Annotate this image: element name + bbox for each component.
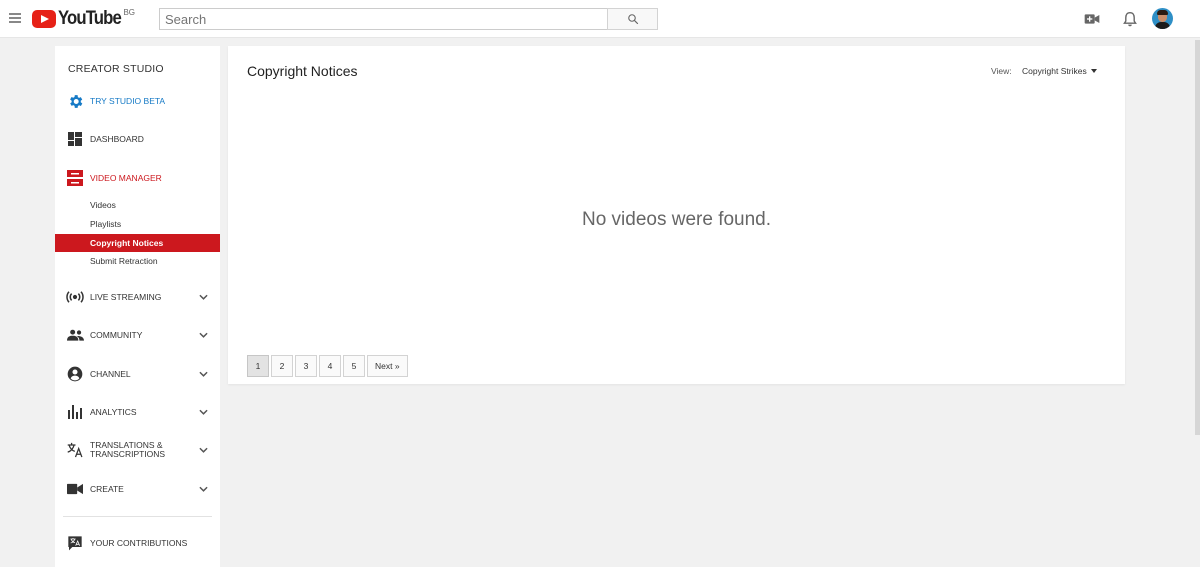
sidebar-item-label: TRY STUDIO BETA [90, 95, 166, 106]
page-button-4[interactable]: 4 [319, 355, 341, 377]
main-panel: Copyright Notices View: Copyright Strike… [228, 46, 1125, 384]
sidebar-item-translations[interactable]: TRANSLATIONS & TRANSCRIPTIONS [55, 438, 220, 462]
translations-line2: TRANSCRIPTIONS [90, 449, 166, 459]
sidebar-subitem-label: Playlists [90, 219, 122, 229]
sidebar-item-live-streaming[interactable]: LIVE STREAMING [55, 285, 220, 309]
view-label: View: [991, 66, 1012, 76]
sidebar-item-video-manager[interactable]: VIDEO MANAGER [55, 166, 220, 190]
upload-video-button[interactable] [1082, 9, 1102, 29]
sidebar-item-label: CHANNEL [90, 368, 131, 379]
sidebar-item-your-contributions[interactable]: YOUR CONTRIBUTIONS [55, 531, 220, 555]
play-logo-icon [32, 10, 56, 28]
logo-region: BG [123, 8, 136, 17]
sidebar: CREATOR STUDIO TRY STUDIO BETA DASHBOARD… [55, 46, 220, 567]
dashboard-icon [66, 130, 84, 148]
sidebar-item-try-beta[interactable]: TRY STUDIO BETA [55, 89, 220, 113]
notifications-button[interactable] [1120, 9, 1140, 29]
video-camera-icon [1084, 14, 1100, 24]
translate-icon [66, 441, 84, 459]
logo-text: YouTube [58, 8, 122, 29]
pagination: 1 2 3 4 5 Next » [247, 355, 410, 377]
community-icon [66, 326, 84, 344]
chevron-down-icon [198, 484, 208, 494]
sidebar-subitem-label: Submit Retraction [90, 256, 158, 266]
video-manager-icon [66, 169, 84, 187]
video-camera-icon [66, 480, 84, 498]
sidebar-divider [63, 516, 212, 517]
analytics-icon [66, 403, 84, 421]
account-circle-icon [66, 365, 84, 383]
sidebar-item-label: LIVE STREAMING [90, 291, 162, 302]
menu-icon[interactable] [9, 13, 21, 23]
creator-studio-heading: CREATOR STUDIO [68, 63, 164, 75]
next-page-button[interactable]: Next » [367, 355, 408, 377]
youtube-logo[interactable]: YouTube BG [32, 8, 135, 30]
scrollbar-thumb[interactable] [1195, 40, 1200, 435]
chevron-down-icon [198, 445, 208, 455]
search-input[interactable] [159, 8, 607, 30]
scrollbar[interactable] [1194, 38, 1200, 567]
search-button[interactable] [607, 8, 658, 30]
empty-state-message: No videos were found. [581, 209, 772, 230]
view-dropdown-value: Copyright Strikes [1022, 66, 1087, 76]
sidebar-subitem-label: Copyright Notices [90, 238, 164, 248]
sidebar-item-label: DASHBOARD [90, 133, 144, 144]
page-title: Copyright Notices [247, 63, 358, 79]
sidebar-item-dashboard[interactable]: DASHBOARD [55, 127, 220, 151]
gear-icon [66, 92, 84, 110]
bell-icon [1123, 11, 1137, 27]
view-dropdown[interactable]: Copyright Strikes [1022, 64, 1097, 78]
sidebar-item-label: ANALYTICS [90, 406, 137, 417]
chevron-down-icon [198, 407, 208, 417]
page-button-1[interactable]: 1 [247, 355, 269, 377]
sidebar-item-label: COMMUNITY [90, 329, 143, 340]
sidebar-subitem-videos[interactable]: Videos [55, 196, 220, 214]
sidebar-subitem-copyright-notices[interactable]: Copyright Notices [55, 234, 220, 252]
sidebar-item-community[interactable]: COMMUNITY [55, 323, 220, 347]
page-button-5[interactable]: 5 [343, 355, 365, 377]
sidebar-item-create[interactable]: CREATE [55, 477, 220, 501]
avatar[interactable] [1152, 8, 1173, 29]
sidebar-item-label: YOUR CONTRIBUTIONS [90, 537, 188, 548]
sidebar-item-label: TRANSLATIONS & TRANSCRIPTIONS [90, 441, 165, 459]
page-button-2[interactable]: 2 [271, 355, 293, 377]
top-bar: YouTube BG [0, 0, 1200, 38]
chevron-down-icon [198, 369, 208, 379]
chevron-down-icon [198, 330, 208, 340]
live-streaming-icon [66, 288, 84, 306]
sidebar-item-label: CREATE [90, 483, 124, 494]
sidebar-item-channel[interactable]: CHANNEL [55, 362, 220, 386]
contributions-icon [66, 534, 84, 552]
sidebar-item-analytics[interactable]: ANALYTICS [55, 400, 220, 424]
chevron-down-icon [198, 292, 208, 302]
caret-down-icon [1090, 69, 1097, 73]
page-button-3[interactable]: 3 [295, 355, 317, 377]
sidebar-subitem-submit-retraction[interactable]: Submit Retraction [55, 252, 220, 270]
sidebar-item-label: VIDEO MANAGER [90, 172, 162, 183]
search-icon [627, 14, 638, 25]
sidebar-subitem-playlists[interactable]: Playlists [55, 215, 220, 233]
sidebar-subitem-label: Videos [90, 200, 116, 210]
